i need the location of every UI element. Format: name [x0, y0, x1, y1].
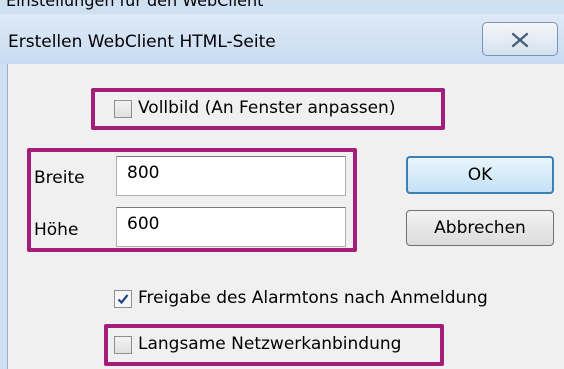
dialog-body: Vollbild (An Fenster anpassen) Breite 80…	[7, 64, 564, 369]
slow-network-label: Langsame Netzwerkanbindung	[138, 334, 402, 354]
close-button[interactable]	[482, 22, 558, 56]
height-field[interactable]: 600	[116, 207, 346, 247]
ok-button[interactable]: OK	[406, 156, 554, 194]
close-x-icon	[511, 32, 529, 48]
fullscreen-label: Vollbild (An Fenster anpassen)	[138, 98, 396, 118]
top-caption: Einstellungen für den WebClient	[0, 0, 564, 14]
top-caption-text: Einstellungen für den WebClient	[6, 0, 264, 10]
cancel-button[interactable]: Abbrechen	[406, 210, 554, 246]
dialog-title: Erstellen WebClient HTML-Seite	[8, 32, 276, 52]
fullscreen-checkbox[interactable]	[114, 100, 132, 118]
height-label: Höhe	[34, 220, 79, 240]
width-field[interactable]: 800	[116, 156, 346, 196]
slow-network-checkbox[interactable]	[114, 336, 132, 354]
checkmark-icon	[117, 294, 129, 305]
alarm-release-checkbox[interactable]	[114, 290, 132, 308]
alarm-release-label: Freigabe des Alarmtons nach Anmeldung	[138, 288, 488, 308]
width-label: Breite	[34, 168, 85, 188]
dialog-titlebar: Erstellen WebClient HTML-Seite	[0, 14, 564, 64]
